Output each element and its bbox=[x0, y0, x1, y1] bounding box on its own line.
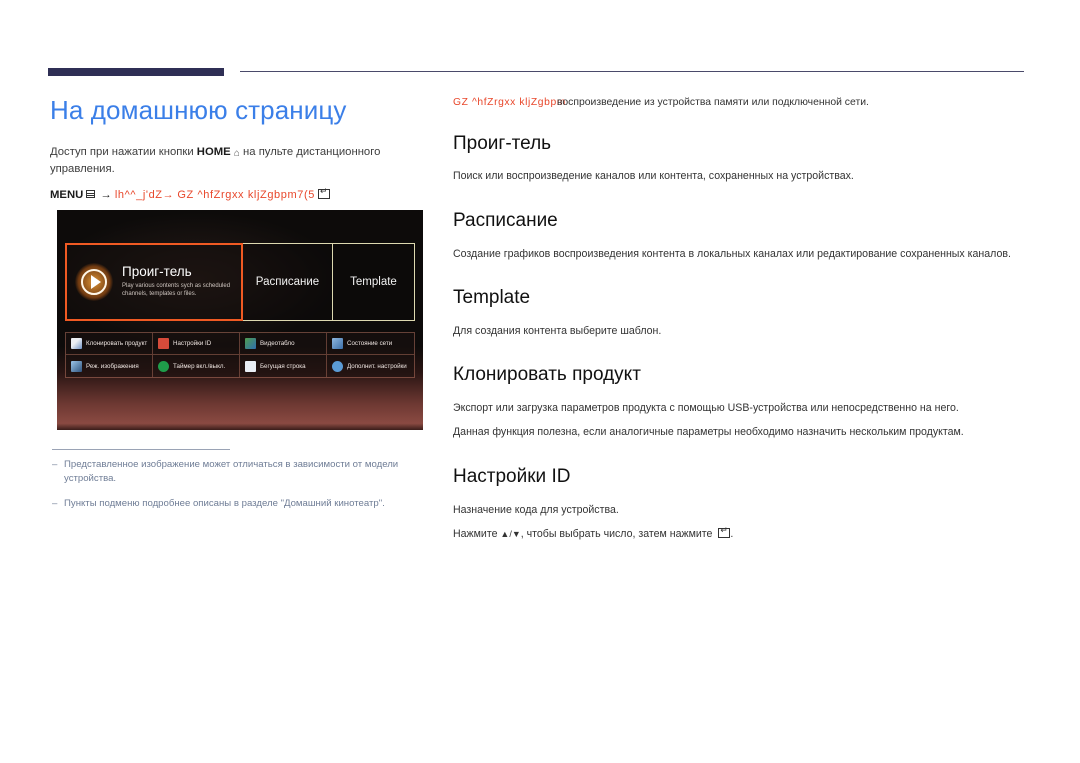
left-column: На домашнюю страницу Доступ при нажатии … bbox=[50, 95, 425, 216]
grid-tile-label: Видеотабло bbox=[260, 340, 295, 347]
advanced-settings-icon bbox=[332, 360, 343, 372]
footnote-dash: ‒ bbox=[52, 497, 58, 509]
footnote-item: ‒ Представленное изображение может отлич… bbox=[52, 458, 422, 487]
right-column: GZ ^hfZrgxx kljZgbpmвоспроизведение из у… bbox=[453, 96, 1031, 567]
section-paragraph: Назначение кода для устройства. bbox=[453, 503, 619, 516]
home-tile-player[interactable]: Проиг-тель Play various contents sych as… bbox=[65, 243, 243, 321]
grid-tile-clone-product[interactable]: Клонировать продукт bbox=[66, 333, 153, 355]
grid-tile-label: Дополнит. настройки bbox=[347, 362, 407, 370]
grid-tile-video-wall[interactable]: Видеотабло bbox=[240, 333, 327, 355]
menu-garbled-arrow: → bbox=[162, 188, 175, 201]
footnote-rule bbox=[52, 449, 230, 450]
section-paragraph: Поиск или воспроизведение каналов или ко… bbox=[453, 170, 854, 183]
play-circle-icon bbox=[75, 263, 113, 301]
grid-tile-network-status[interactable]: Состояние сети bbox=[327, 333, 414, 355]
footnote-text: Пункты подменю подробнее описаны в разде… bbox=[64, 497, 385, 509]
intro-prefix: Доступ при нажатии кнопки bbox=[50, 145, 197, 158]
section-heading: Template bbox=[453, 286, 531, 308]
intro-note-line: GZ ^hfZrgxx kljZgbpmвоспроизведение из у… bbox=[453, 96, 1031, 111]
section-heading: Проиг-тель bbox=[453, 132, 552, 154]
grid-tile-id-settings[interactable]: Настройки ID bbox=[153, 333, 240, 355]
home-tile-player-title: Проиг-тель bbox=[122, 264, 192, 280]
grid-tile-on-off-timer[interactable]: Таймер вкл./выкл. bbox=[153, 355, 240, 377]
section-id-settings: Настройки ID Назначение кода для устройс… bbox=[453, 466, 1031, 543]
section-paragraph: Экспорт или загрузка параметров продукта… bbox=[453, 401, 959, 414]
grid-tile-ticker[interactable]: Бегущая строка bbox=[240, 355, 327, 377]
grid-tile-label: Бегущая строка bbox=[260, 362, 306, 370]
grid-tile-advanced-settings[interactable]: Дополнит. настройки bbox=[327, 355, 414, 377]
section-player: Проиг-тель Поиск или воспроизведение кан… bbox=[453, 133, 1031, 185]
ticker-icon bbox=[245, 360, 256, 372]
footnote-list: ‒ Представленное изображение может отлич… bbox=[52, 458, 422, 521]
page-title: На домашнюю страницу bbox=[50, 95, 347, 125]
note-text: воспроизведение из устройства памяти или… bbox=[556, 97, 869, 108]
section-heading: Клонировать продукт bbox=[453, 364, 641, 386]
intro-paragraph: Доступ при нажатии кнопки HOME ⌂ на пуль… bbox=[50, 144, 400, 178]
section-clone-product: Клонировать продукт Экспорт или загрузка… bbox=[453, 364, 1031, 441]
menu-path: MENU → lh^^_j'dZ→ GZ ^hfZrgxx kljZgbpm7(… bbox=[50, 186, 425, 204]
grid-tile-label: Таймер вкл./выкл. bbox=[173, 362, 226, 370]
section-schedule: Расписание Создание графиков воспроизвед… bbox=[453, 210, 1031, 262]
home-tile-template[interactable]: Template bbox=[333, 243, 415, 321]
header-rule bbox=[240, 71, 1024, 72]
menu-garbled-segment-1: lh^^_j'dZ bbox=[114, 188, 163, 201]
id-settings-icon bbox=[158, 338, 169, 349]
up-down-arrows-icon: ▲/▼ bbox=[500, 528, 521, 539]
instruction-mid: , чтобы выбрать число, затем нажмите bbox=[520, 527, 716, 540]
home-button-label: HOME bbox=[196, 145, 231, 158]
home-tile-template-title: Template bbox=[350, 276, 397, 288]
home-tile-player-subtitle: Play various contents sych as scheduled … bbox=[122, 283, 231, 298]
picture-mode-icon bbox=[71, 360, 82, 372]
grid-tile-label: Реж. изображения bbox=[86, 362, 139, 370]
section-paragraph: Создание графиков воспроизведения контен… bbox=[453, 247, 1011, 260]
section-paragraph: Данная функция полезна, если аналогичные… bbox=[453, 426, 964, 439]
video-wall-icon bbox=[245, 338, 256, 349]
footnote-text: Представленное изображение может отличат… bbox=[64, 459, 399, 485]
enter-key-icon bbox=[718, 525, 731, 538]
header-accent-bar bbox=[48, 68, 224, 76]
menu-label: MENU bbox=[50, 188, 84, 201]
menu-garbled-segment-2: GZ ^hfZrgxx kljZgbpm7(5 bbox=[177, 188, 315, 201]
menu-arrow: → bbox=[100, 188, 112, 201]
note-garbled-segment: GZ ^hfZrgxx kljZgbpm bbox=[453, 97, 566, 108]
grid-tile-label: Настройки ID bbox=[173, 340, 212, 347]
grid-tile-label: Состояние сети bbox=[347, 340, 393, 347]
grid-tile-label: Клонировать продукт bbox=[86, 340, 148, 347]
enter-key-icon bbox=[317, 186, 330, 199]
footnote-dash: ‒ bbox=[52, 459, 58, 470]
section-template: Template Для создания контента выберите … bbox=[453, 287, 1031, 339]
on-off-timer-icon bbox=[158, 360, 169, 372]
network-status-icon bbox=[332, 338, 343, 349]
home-screen-screenshot: Проиг-тель Play various contents sych as… bbox=[57, 210, 423, 430]
home-tile-player-text: Проиг-тель Play various contents sych as… bbox=[122, 265, 234, 298]
footnote-item: ‒ Пункты подменю подробнее описаны в раз… bbox=[52, 497, 422, 511]
instruction-suffix: . bbox=[730, 527, 734, 540]
menu-grid-icon bbox=[86, 189, 96, 198]
section-heading: Расписание bbox=[453, 209, 558, 231]
home-tile-schedule-title: Расписание bbox=[255, 276, 320, 288]
home-tile-schedule[interactable]: Расписание bbox=[243, 243, 333, 321]
instruction-prefix: Нажмите bbox=[453, 527, 501, 540]
section-paragraph: Для создания контента выберите шаблон. bbox=[453, 324, 662, 337]
section-heading: Настройки ID bbox=[453, 465, 571, 487]
home-top-tiles: Проиг-тель Play various contents sych as… bbox=[65, 243, 415, 321]
home-settings-grid: Клонировать продукт Настройки ID Видеота… bbox=[65, 332, 415, 378]
clone-product-icon bbox=[71, 338, 82, 349]
grid-tile-picture-mode[interactable]: Реж. изображения bbox=[66, 355, 153, 377]
section-instruction-line: Нажмите ▲/▼, чтобы выбрать число, затем … bbox=[453, 525, 1031, 542]
document-page: На домашнюю страницу Доступ при нажатии … bbox=[0, 0, 1080, 763]
